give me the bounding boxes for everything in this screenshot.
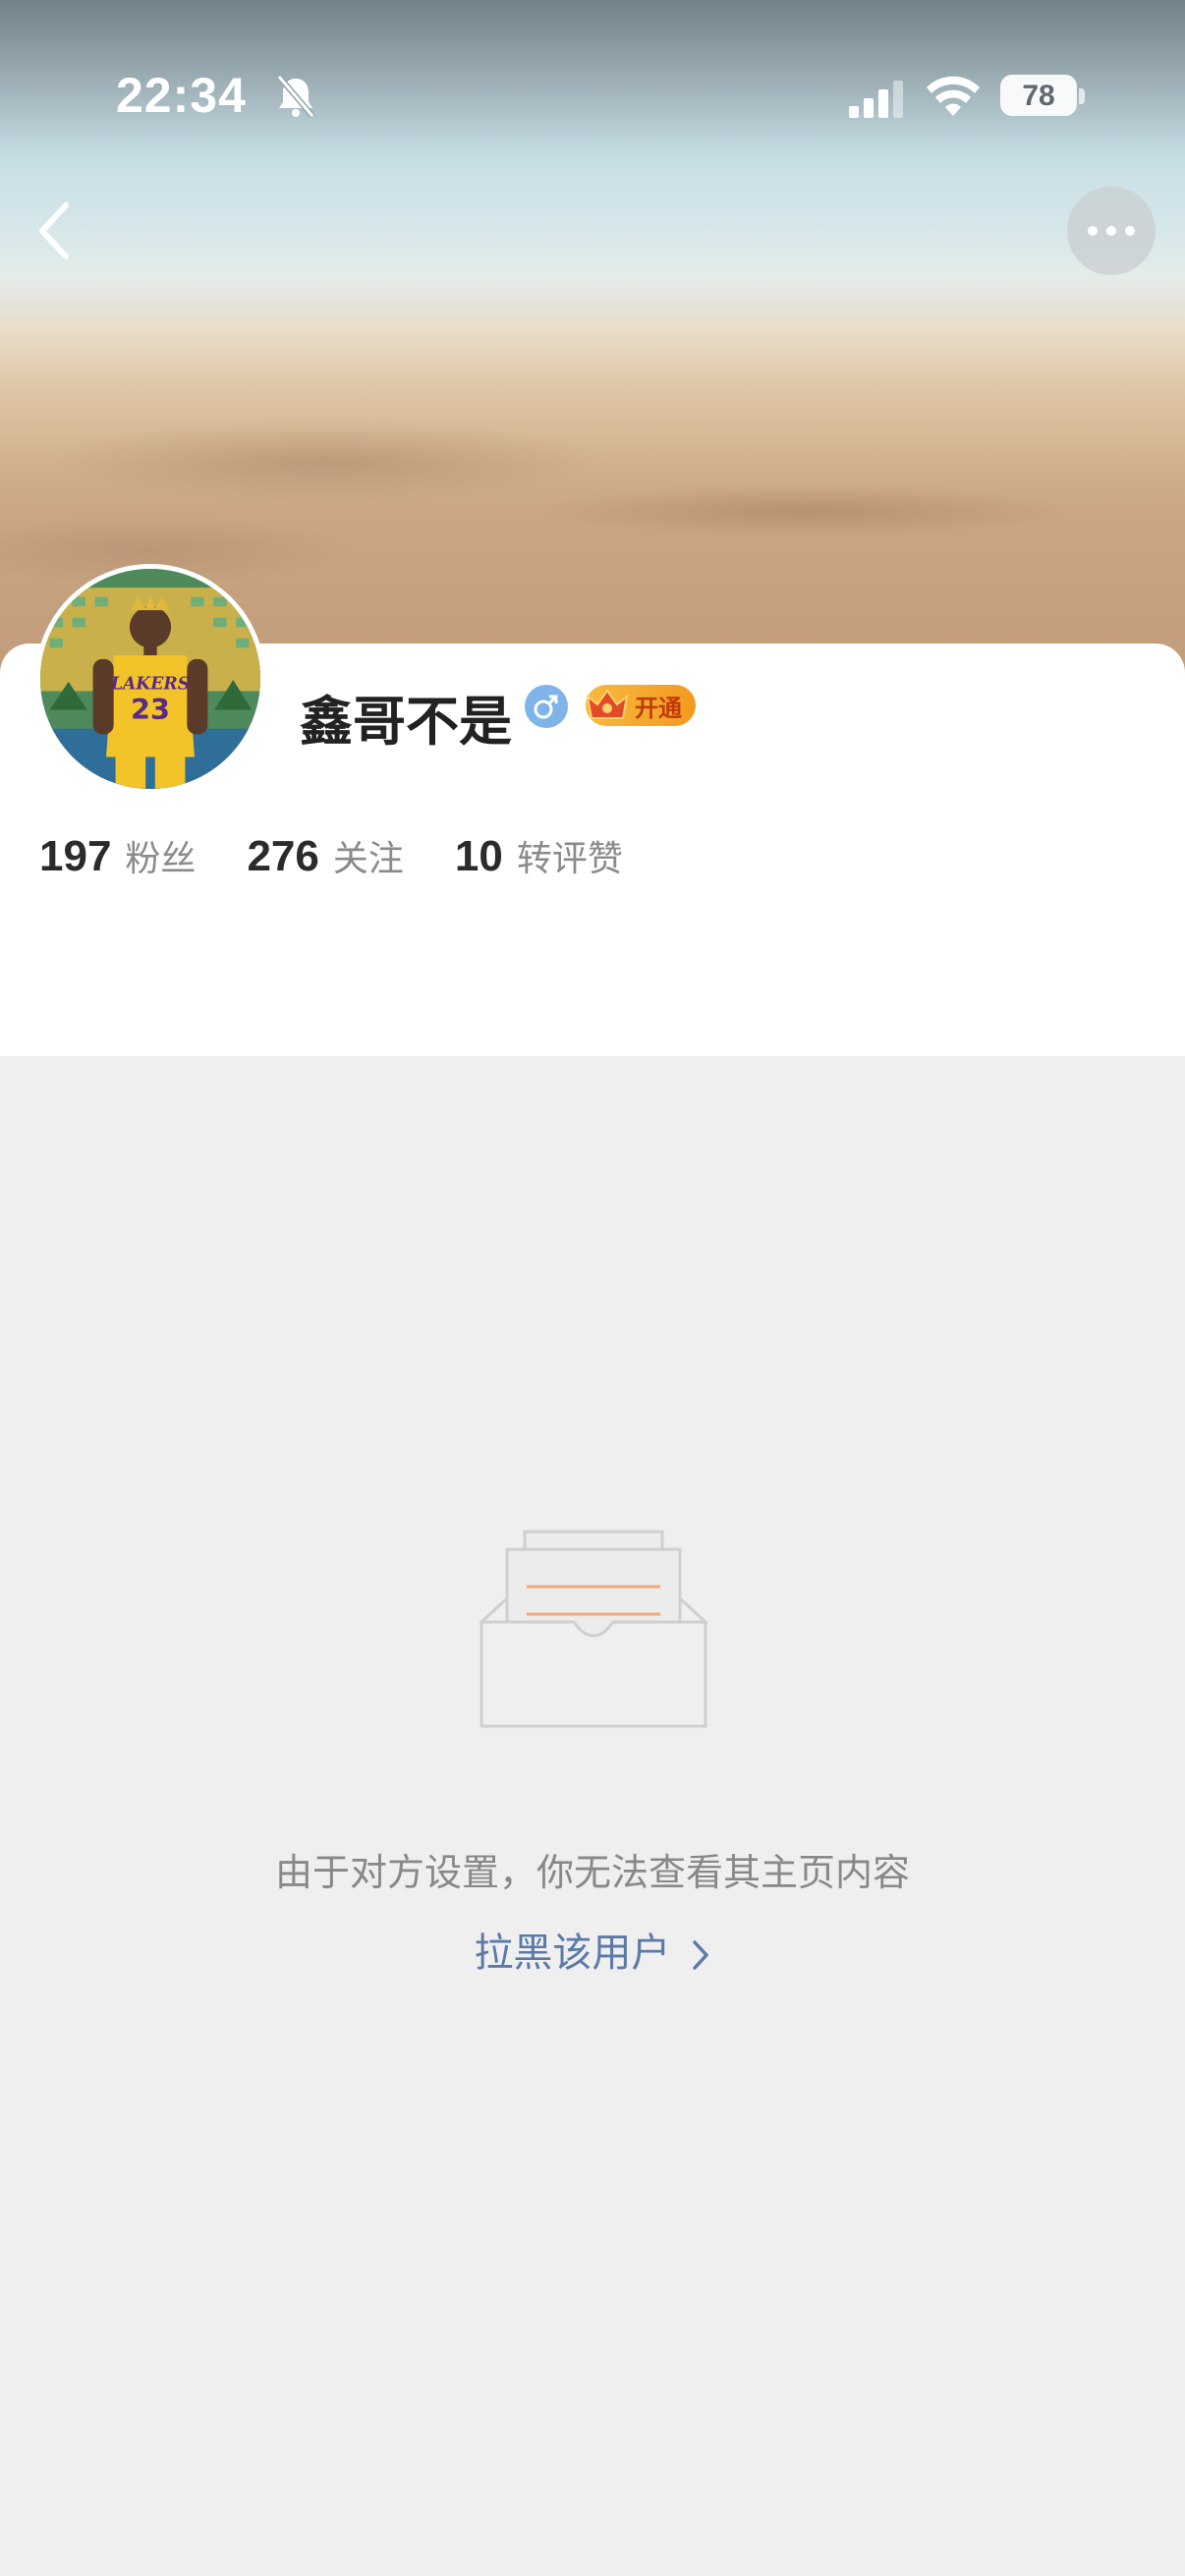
empty-inbox-icon [480, 1530, 707, 1728]
vip-open-badge[interactable]: 开通 [586, 685, 696, 726]
ellipsis-icon [1088, 226, 1098, 236]
signal-icon [849, 81, 903, 118]
stat-following[interactable]: 276 关注 [247, 830, 403, 881]
chevron-right-icon [692, 1940, 708, 1971]
battery-icon: 78 [1000, 75, 1077, 116]
ellipsis-dot [1125, 226, 1135, 236]
block-user-link[interactable]: 拉黑该用户 [0, 1921, 1185, 1978]
stat-label: 粉丝 [125, 838, 197, 878]
wifi-icon [927, 76, 980, 116]
svg-text:LAKERS: LAKERS [110, 675, 190, 695]
profile-stats: 197 粉丝 276 关注 10 转评赞 [39, 830, 674, 881]
back-button[interactable] [20, 192, 88, 270]
ellipsis-dot [1106, 226, 1116, 236]
stat-value: 276 [247, 832, 319, 880]
stat-value: 10 [454, 832, 503, 880]
status-time: 22:34 [116, 68, 247, 123]
vip-badge-label: 开通 [635, 695, 682, 722]
username: 鑫哥不是 [300, 693, 512, 752]
chevron-left-icon [39, 202, 69, 259]
stat-value: 197 [39, 832, 112, 880]
block-user-label: 拉黑该用户 [474, 1932, 671, 1975]
battery-tip [1079, 88, 1085, 104]
svg-text:23: 23 [131, 693, 170, 726]
stat-followers[interactable]: 197 粉丝 [39, 830, 196, 881]
avatar[interactable]: LAKERS 23 [35, 564, 265, 794]
stat-label: 关注 [332, 838, 404, 878]
avatar-image: LAKERS 23 [40, 569, 260, 789]
stat-label: 转评赞 [516, 838, 623, 878]
male-icon [525, 685, 568, 728]
mute-icon [276, 75, 315, 118]
status-bar: 22:34 78 [0, 0, 1185, 187]
stat-reposts-comments-likes[interactable]: 10 转评赞 [455, 830, 623, 881]
more-options-button[interactable] [1067, 187, 1156, 275]
empty-state-message: 由于对方设置，你无法查看其主页内容 [274, 1853, 910, 1894]
crown-icon [586, 689, 629, 719]
battery-level: 78 [1022, 80, 1055, 112]
